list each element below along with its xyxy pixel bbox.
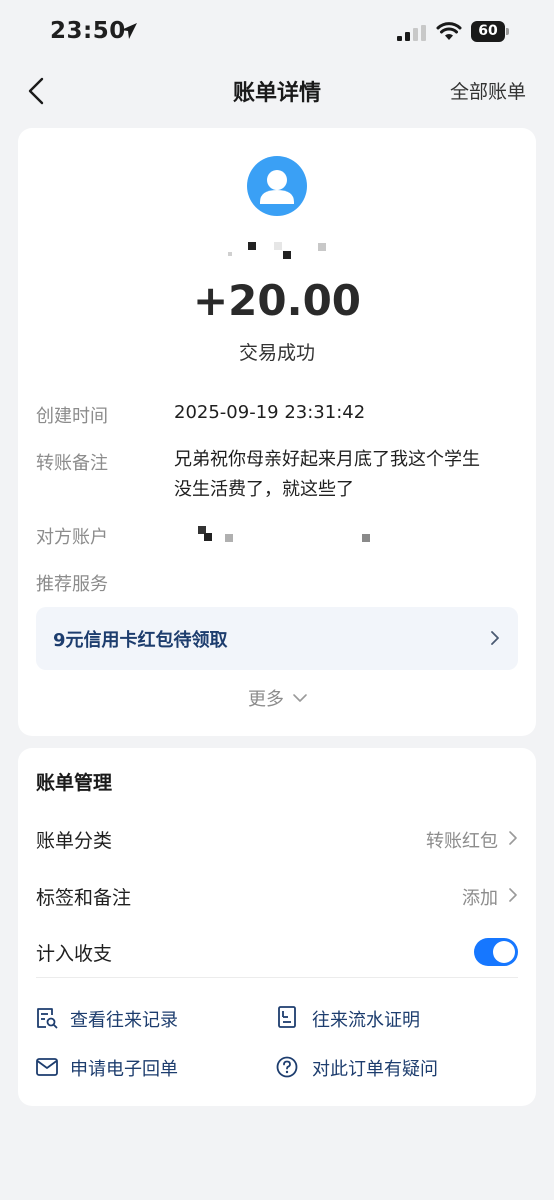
avatar [247,156,307,216]
battery-indicator: 60 [471,21,505,42]
chevron-right-icon [491,631,499,645]
created-time-value: 2025-09-19 23:31:42 [174,402,366,423]
transfer-note-label: 转账备注 [36,453,108,474]
battery-tip [506,28,509,35]
counterparty-account-label: 对方账户 [36,527,108,548]
more-link[interactable]: 更多 [248,685,284,711]
location-arrow-icon [121,23,137,39]
bill-category-value[interactable]: 转账红包 [426,827,498,853]
tags-notes-value[interactable]: 添加 [462,884,498,910]
created-time-label: 创建时间 [36,406,108,427]
status-time: 23:50 [50,18,126,44]
toggle-knob [493,941,515,963]
nav-bar: 账单详情 全部账单 [0,62,554,118]
credit-card-promo[interactable]: 9元信用卡红包待领取 [36,607,518,670]
question-icon[interactable] [276,1056,298,1078]
promo-text: 9元信用卡红包待领取 [53,630,228,651]
masked-account [198,526,370,542]
divider [36,977,518,978]
status-bar: 23:50 60 [0,0,554,62]
signal-icon [397,25,426,41]
chevron-right-icon[interactable] [508,887,518,903]
record-search-icon[interactable] [36,1007,58,1029]
transaction-status: 交易成功 [238,342,315,364]
include-in-budget-label: 计入收支 [36,943,113,965]
chevron-down-icon[interactable] [292,693,308,703]
wifi-icon [436,22,462,40]
bill-management-title: 账单管理 [36,772,113,794]
transaction-card: +20.00 交易成功 创建时间 2025-09-19 23:31:42 转账备… [18,128,536,736]
e-receipt-link[interactable]: 申请电子回单 [70,1055,178,1081]
flow-proof-link[interactable]: 往来流水证明 [312,1006,420,1032]
recommended-services-label: 推荐服务 [36,574,108,595]
document-icon[interactable] [277,1006,297,1028]
view-records-link[interactable]: 查看往来记录 [70,1006,178,1032]
chevron-right-icon[interactable] [508,830,518,846]
bill-category-label[interactable]: 账单分类 [36,826,112,853]
all-bills-link[interactable]: 全部账单 [450,77,526,104]
order-question-link[interactable]: 对此订单有疑问 [312,1055,438,1081]
amount: +20.00 [192,276,362,325]
include-in-budget-toggle[interactable] [474,938,518,966]
transfer-note-line-1: 兄弟祝你母亲好起来月底了我这个学生 [174,449,480,470]
transfer-note-line-2: 没生活费了，就这些了 [174,479,354,500]
bill-management-card: 账单管理 账单分类 转账红包 标签和备注 添加 计入收支 查看往来记录 往来流水… [18,748,536,1106]
mail-icon[interactable] [36,1058,58,1076]
user-icon [260,170,294,204]
tags-notes-label[interactable]: 标签和备注 [36,883,131,910]
masked-name [228,242,326,259]
